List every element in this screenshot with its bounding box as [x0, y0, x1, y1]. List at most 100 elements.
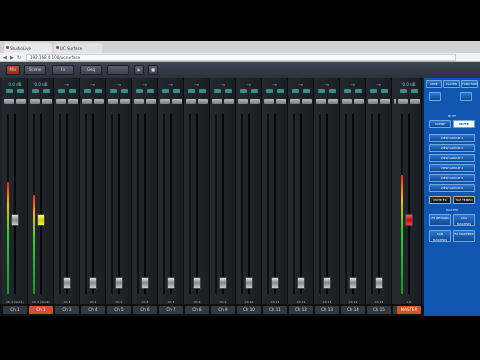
url-field[interactable]: 192.168.0.100/ucsurface — [26, 54, 456, 61]
view-group-1[interactable]: VIEW GROUP 1 — [429, 134, 475, 142]
mute-button[interactable] — [316, 99, 326, 104]
channel-select-button[interactable]: Ch 8 — [185, 306, 209, 314]
solo-button[interactable] — [302, 99, 312, 104]
channel-select-button[interactable]: Ch 3 — [55, 306, 79, 314]
channel-select-button[interactable]: Ch 12 — [289, 306, 313, 314]
solo-button[interactable] — [328, 99, 338, 104]
next-button[interactable] — [460, 92, 472, 101]
solo-button[interactable] — [354, 99, 364, 104]
fx-return-button[interactable]: FX RETURN — [429, 214, 451, 226]
fader-handle[interactable] — [219, 276, 227, 289]
mute-button[interactable] — [290, 99, 300, 104]
gain-readout[interactable]: -∞ — [109, 82, 129, 88]
prev-button[interactable] — [429, 92, 441, 101]
channel-toggle-button[interactable] — [162, 89, 169, 93]
sub-masters-button[interactable]: SUB MASTERS — [429, 230, 451, 242]
channel-select-button[interactable]: Ch 5 — [107, 306, 131, 314]
gain-readout[interactable]: -∞ — [187, 82, 207, 88]
fader-handle[interactable] — [297, 276, 305, 289]
view-group-5[interactable]: VIEW GROUP 5 — [429, 174, 475, 182]
channel-select-button[interactable]: Ch 4 — [81, 306, 105, 314]
master-select-button[interactable]: MASTER — [397, 306, 421, 314]
back-icon[interactable]: ◀ — [3, 55, 7, 61]
fader-handle[interactable] — [323, 276, 331, 289]
mute-button[interactable]: MUTE — [453, 120, 475, 128]
view-group-3[interactable]: VIEW GROUP 3 — [429, 154, 475, 162]
solo-button[interactable] — [120, 99, 130, 104]
gain-readout[interactable]: -∞ — [369, 82, 389, 88]
fader-handle[interactable] — [405, 213, 413, 226]
mute-button[interactable] — [212, 99, 222, 104]
mix-button[interactable]: Mix — [6, 65, 20, 75]
fader-handle[interactable] — [375, 276, 383, 289]
mute-button[interactable] — [186, 99, 196, 104]
solo-button[interactable] — [16, 99, 26, 104]
tab-mixer[interactable]: MIXE — [426, 80, 442, 88]
gain-readout[interactable]: -∞ — [83, 82, 103, 88]
scene-button[interactable]: Scene — [24, 65, 46, 75]
channel-toggle-button[interactable] — [277, 89, 284, 93]
scene-button[interactable]: SCENE — [429, 120, 451, 128]
channel-toggle-button[interactable] — [400, 89, 407, 93]
gain-readout[interactable]: 0.0 dB — [5, 82, 25, 88]
channel-toggle-button[interactable] — [121, 89, 128, 93]
channel-toggle-button[interactable] — [411, 89, 418, 93]
channel-toggle-button[interactable] — [173, 89, 180, 93]
channel-select-button[interactable]: Ch 9 — [211, 306, 235, 314]
browser-tab[interactable]: UC Surface — [54, 43, 102, 53]
solo-button[interactable] — [94, 99, 104, 104]
gain-readout[interactable]: -∞ — [343, 82, 363, 88]
solo-button[interactable] — [42, 99, 52, 104]
channel-toggle-button[interactable] — [381, 89, 388, 93]
mute-button[interactable] — [238, 99, 248, 104]
fader-handle[interactable] — [11, 213, 19, 226]
solo-button[interactable] — [224, 99, 234, 104]
aux-masters-button[interactable]: AUX MASTERS — [453, 214, 475, 226]
gain-readout[interactable]: -∞ — [239, 82, 259, 88]
solo-button[interactable] — [380, 99, 390, 104]
channel-toggle-button[interactable] — [32, 89, 39, 93]
channel-toggle-button[interactable] — [329, 89, 336, 93]
solo-button[interactable] — [172, 99, 182, 104]
channel-select-button[interactable]: Ch 13 — [315, 306, 339, 314]
gain-readout[interactable]: -∞ — [57, 82, 77, 88]
record-icon[interactable]: ■ — [148, 65, 158, 75]
solo-button[interactable] — [68, 99, 78, 104]
fx-button[interactable]: Fx — [52, 65, 74, 75]
mute-button[interactable] — [30, 99, 40, 104]
tab-player[interactable]: PLAYER — [443, 80, 460, 88]
solo-button[interactable] — [250, 99, 260, 104]
channel-select-button[interactable]: Ch 10 — [237, 306, 261, 314]
channel-toggle-button[interactable] — [6, 89, 13, 93]
channel-select-button[interactable]: Ch 1 — [29, 306, 53, 314]
tap-tempo-button[interactable]: TAP TEMPO — [453, 196, 475, 204]
channel-toggle-button[interactable] — [69, 89, 76, 93]
fader-handle[interactable] — [141, 276, 149, 289]
tab-function[interactable]: FUNCTION — [461, 80, 478, 88]
fader-handle[interactable] — [167, 276, 175, 289]
channel-toggle-button[interactable] — [136, 89, 143, 93]
fader-handle[interactable] — [63, 276, 71, 289]
channel-select-button[interactable]: Ch 15 — [367, 306, 391, 314]
mute-button[interactable] — [82, 99, 92, 104]
channel-select-button[interactable]: Ch 6 — [133, 306, 157, 314]
channel-toggle-button[interactable] — [240, 89, 247, 93]
gain-readout[interactable]: -∞ — [135, 82, 155, 88]
fader-handle[interactable] — [37, 213, 45, 226]
mute-button[interactable] — [160, 99, 170, 104]
channel-select-button[interactable]: Ch 1 — [3, 306, 27, 314]
fader-handle[interactable] — [193, 276, 201, 289]
gain-readout[interactable]: -∞ — [213, 82, 233, 88]
channel-toggle-button[interactable] — [147, 89, 154, 93]
mute-button[interactable] — [264, 99, 274, 104]
geq-button[interactable]: Geq — [80, 65, 102, 75]
channel-select-button[interactable]: Ch 11 — [263, 306, 287, 314]
channel-toggle-button[interactable] — [43, 89, 50, 93]
channel-toggle-button[interactable] — [95, 89, 102, 93]
channel-toggle-button[interactable] — [355, 89, 362, 93]
gain-readout[interactable]: 0.0 dB — [399, 82, 419, 88]
mute-button[interactable] — [342, 99, 352, 104]
gain-readout[interactable]: -∞ — [161, 82, 181, 88]
channel-toggle-button[interactable] — [318, 89, 325, 93]
channel-toggle-button[interactable] — [84, 89, 91, 93]
